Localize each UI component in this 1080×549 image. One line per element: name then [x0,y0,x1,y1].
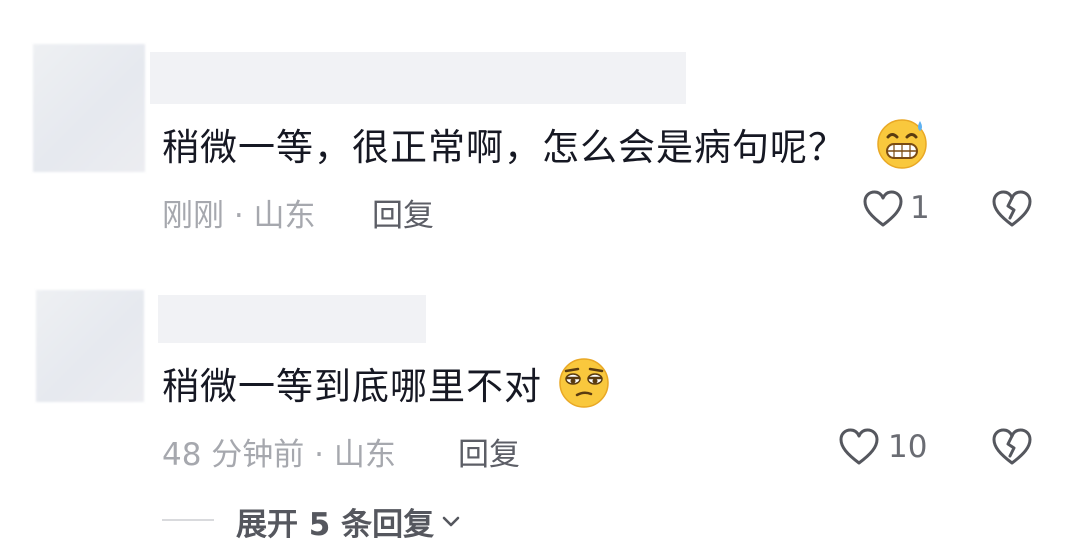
comment-item: 稍微一等，很正常啊，怎么会是病句呢？ 刚刚 · 山东 回复 1 [0,0,1080,260]
divider-line [162,519,214,521]
broken-heart-icon[interactable] [990,187,1034,231]
username[interactable] [150,52,686,104]
chevron-down-icon [440,510,462,532]
expand-replies-button[interactable]: 展开 5 条回复 [236,501,462,543]
grinning-sweat-emoji [874,115,930,171]
comment-item: 稍微一等到底哪里不对 48 分钟前 · 山东 回复 10 [0,270,1080,480]
avatar[interactable] [33,44,145,172]
reply-button[interactable]: 回复 [458,429,520,474]
reply-button[interactable]: 回复 [372,190,434,235]
comment-text: 稍微一等，很正常啊，怎么会是病句呢？ [162,126,846,169]
heart-icon[interactable] [861,187,905,231]
comment-text: 稍微一等到底哪里不对 [162,365,542,408]
like-count: 10 [888,429,928,465]
unamused-eye-roll-emoji [556,354,612,410]
heart-icon[interactable] [837,425,881,469]
broken-heart-icon[interactable] [990,425,1034,469]
comment-meta: 刚刚 · 山东 [162,198,316,234]
expand-replies-label: 展开 5 条回复 [236,506,435,543]
like-count: 1 [910,190,930,226]
comment-meta: 48 分钟前 · 山东 [162,437,396,473]
username[interactable] [158,295,426,343]
avatar[interactable] [36,290,144,402]
